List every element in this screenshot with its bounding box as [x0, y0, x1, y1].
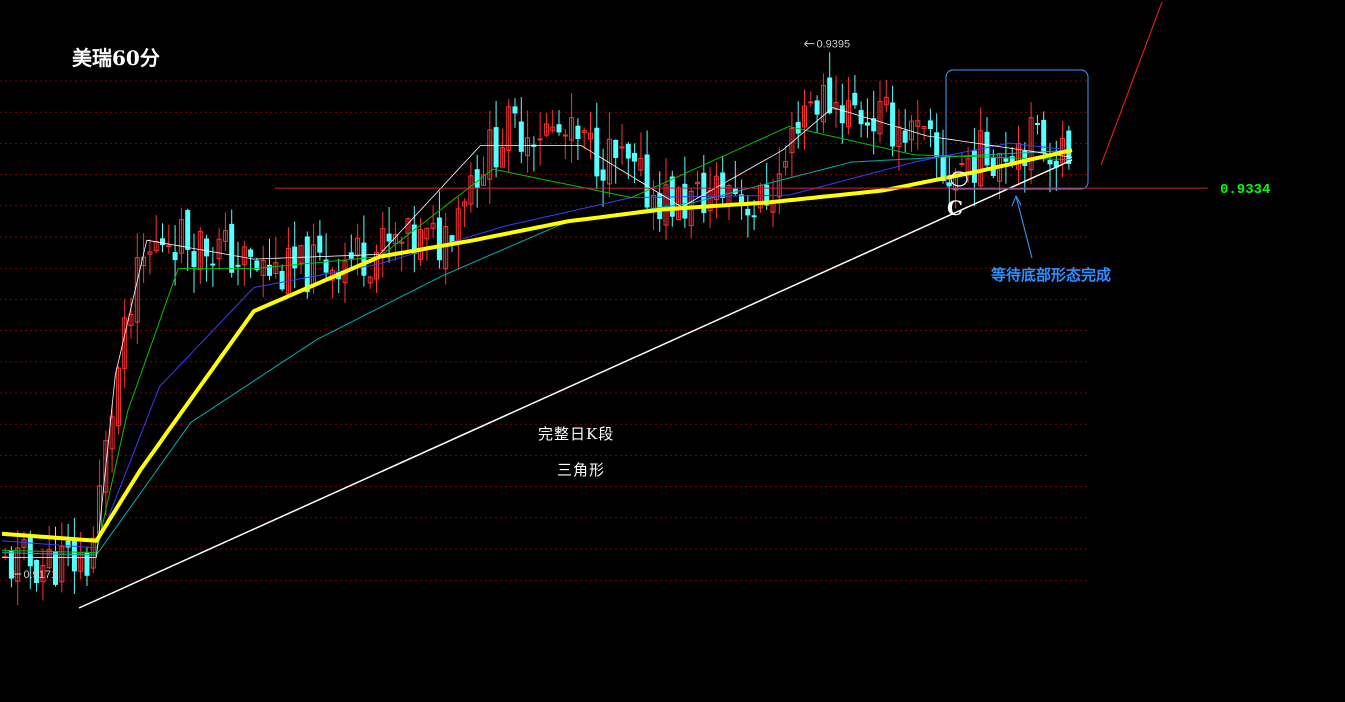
- ma-green-line: [1, 126, 1073, 554]
- candle-down: [575, 125, 581, 139]
- candle-down: [839, 105, 845, 124]
- candle-down: [493, 127, 499, 168]
- candle-down: [191, 251, 197, 268]
- candle-down: [229, 223, 235, 273]
- candle-down: [946, 182, 952, 187]
- high-label: 0.9395: [817, 39, 851, 51]
- candle-down: [235, 264, 241, 267]
- candle-down: [84, 552, 90, 576]
- price-labels: 0.9334 0.9395 0.9171: [11, 39, 1270, 581]
- candle-down: [304, 236, 310, 293]
- annotation-arrow-line: [1015, 195, 1033, 259]
- annotation-arrow-head: [1011, 195, 1022, 207]
- candle-down: [1003, 158, 1009, 162]
- candle-down: [864, 122, 870, 126]
- candle-down: [556, 124, 562, 133]
- candle-up: [808, 101, 814, 104]
- candle-down: [720, 172, 726, 198]
- point-c-label: C: [947, 196, 963, 220]
- candle-down: [361, 242, 367, 276]
- high-marker: [804, 40, 815, 48]
- red-breakout-line: [1100, 1, 1163, 166]
- ma-cyan-line: [1, 149, 1073, 556]
- candle-up: [562, 134, 568, 137]
- candle-down: [827, 77, 833, 114]
- candle-down: [317, 235, 323, 253]
- annotation-main-2: 三角形: [557, 461, 606, 479]
- candle-down: [172, 252, 178, 261]
- overlay-annotations: [78, 1, 1163, 609]
- candle-down: [279, 270, 285, 290]
- candles: [2, 52, 1072, 606]
- candle-down: [185, 210, 191, 250]
- candle-down: [814, 100, 820, 115]
- low-label: 0.9171: [23, 569, 57, 581]
- bottom-pattern-box: [945, 69, 1089, 190]
- candle-down: [1034, 123, 1040, 125]
- candle-down: [436, 217, 442, 261]
- candle-down: [386, 233, 392, 242]
- candle-down: [594, 127, 600, 177]
- candle-down: [613, 139, 619, 158]
- candle-down: [902, 130, 908, 143]
- candle-down: [518, 121, 524, 152]
- candle-up: [537, 138, 543, 141]
- candle-down: [795, 121, 801, 134]
- candle-down: [204, 238, 209, 257]
- candle-down: [644, 154, 650, 208]
- candle-down: [210, 263, 216, 266]
- candle-down: [600, 169, 606, 181]
- candle-down: [934, 132, 940, 157]
- triangle-trendline: [78, 159, 1073, 609]
- candle-down: [160, 238, 165, 246]
- candle-down: [632, 152, 637, 162]
- candle-down: [751, 215, 757, 218]
- candlestick-chart: 0.9334 0.9395 0.9171: [0, 1, 1270, 609]
- candle-up: [959, 163, 965, 165]
- candle-down: [984, 131, 990, 166]
- candle-down: [1041, 119, 1047, 154]
- candle-down: [474, 169, 480, 188]
- chart-title: 美瑞60分: [72, 46, 160, 70]
- candle-down: [27, 537, 33, 567]
- ma-blue-line: [1, 142, 1073, 549]
- candle-down: [745, 208, 751, 216]
- annotation-main-1: 完整日K段: [538, 425, 615, 443]
- candle-down: [625, 143, 631, 159]
- candle-down: [248, 249, 254, 257]
- ma-main-line: [1, 148, 1073, 543]
- candle-down: [890, 102, 896, 147]
- candle-down: [1047, 159, 1053, 165]
- candle-down: [852, 92, 858, 106]
- candle-down: [927, 120, 933, 130]
- candle-down: [71, 539, 77, 572]
- candle-down: [858, 110, 864, 125]
- candle-down: [682, 183, 688, 219]
- candle-down: [512, 106, 518, 114]
- level-label: 0.9334: [1220, 182, 1270, 198]
- chart-grid: [0, 80, 1087, 581]
- wait-annotation: 等待底部形态完成: [991, 266, 1112, 284]
- candle-down: [1066, 130, 1072, 164]
